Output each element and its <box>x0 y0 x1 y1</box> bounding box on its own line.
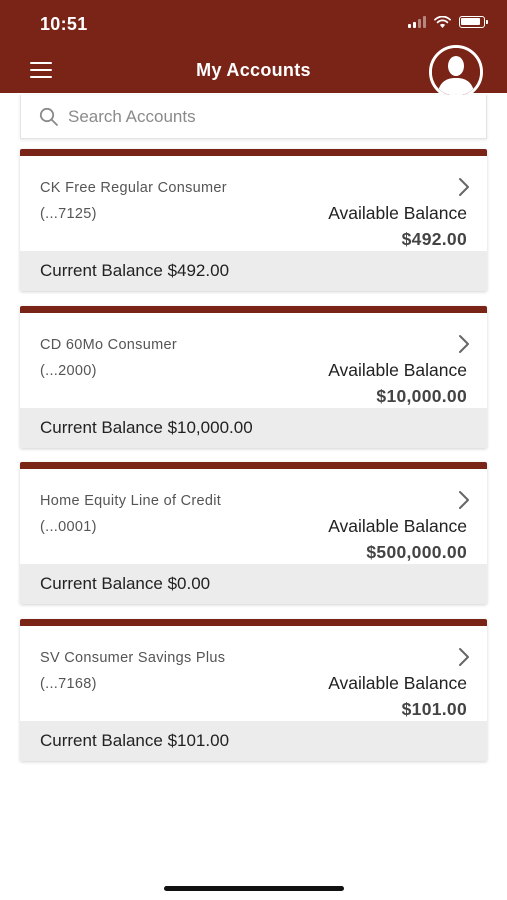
account-card[interactable]: Home Equity Line of Credit (...0001) Ava… <box>20 462 487 604</box>
chevron-right-icon <box>459 178 469 196</box>
available-balance-amount: $10,000.00 <box>376 386 467 406</box>
status-time: 10:51 <box>40 14 88 34</box>
account-name: SV Consumer Savings Plus <box>40 650 226 666</box>
account-number: (...7168) <box>40 676 97 692</box>
status-icons <box>408 16 488 28</box>
current-balance-bar: Current Balance $492.00 <box>20 251 487 291</box>
account-name: Home Equity Line of Credit <box>40 493 222 509</box>
account-number: (...7125) <box>40 206 97 222</box>
search-icon <box>39 107 59 127</box>
account-card[interactable]: SV Consumer Savings Plus (...7168) Avail… <box>20 619 487 761</box>
cellular-signal-icon <box>408 16 426 28</box>
chevron-right-icon <box>459 335 469 353</box>
account-name: CD 60Mo Consumer <box>40 337 177 353</box>
current-balance: Current Balance $101.00 <box>40 731 230 750</box>
chevron-right-icon <box>459 491 469 509</box>
chevron-right-icon <box>459 648 469 666</box>
account-card[interactable]: CD 60Mo Consumer (...2000) Available Bal… <box>20 306 487 448</box>
search-bar <box>20 95 487 139</box>
user-avatar-icon <box>432 48 480 96</box>
current-balance-bar: Current Balance $0.00 <box>20 564 487 604</box>
account-number: (...0001) <box>40 519 97 535</box>
current-balance: Current Balance $492.00 <box>40 261 230 280</box>
app-header: 10:51 My Accounts <box>0 0 507 99</box>
battery-icon <box>459 16 488 28</box>
available-balance-label: Available Balance <box>328 516 467 536</box>
available-balance-label: Available Balance <box>328 673 467 693</box>
available-balance-amount: $101.00 <box>401 699 467 719</box>
current-balance: Current Balance $0.00 <box>40 574 211 593</box>
current-balance: Current Balance $10,000.00 <box>40 418 253 437</box>
account-card[interactable]: CK Free Regular Consumer (...7125) Avail… <box>20 149 487 291</box>
available-balance-label: Available Balance <box>328 203 467 223</box>
home-indicator[interactable] <box>164 886 344 891</box>
account-name: CK Free Regular Consumer <box>40 180 227 196</box>
wifi-icon <box>434 16 451 28</box>
profile-avatar-button[interactable] <box>429 45 483 99</box>
current-balance-bar: Current Balance $10,000.00 <box>20 408 487 448</box>
available-balance-amount: $500,000.00 <box>366 542 467 562</box>
account-number: (...2000) <box>40 363 97 379</box>
current-balance-bar: Current Balance $101.00 <box>20 721 487 761</box>
search-input[interactable] <box>68 106 448 127</box>
available-balance-label: Available Balance <box>328 360 467 380</box>
available-balance-amount: $492.00 <box>401 229 467 249</box>
